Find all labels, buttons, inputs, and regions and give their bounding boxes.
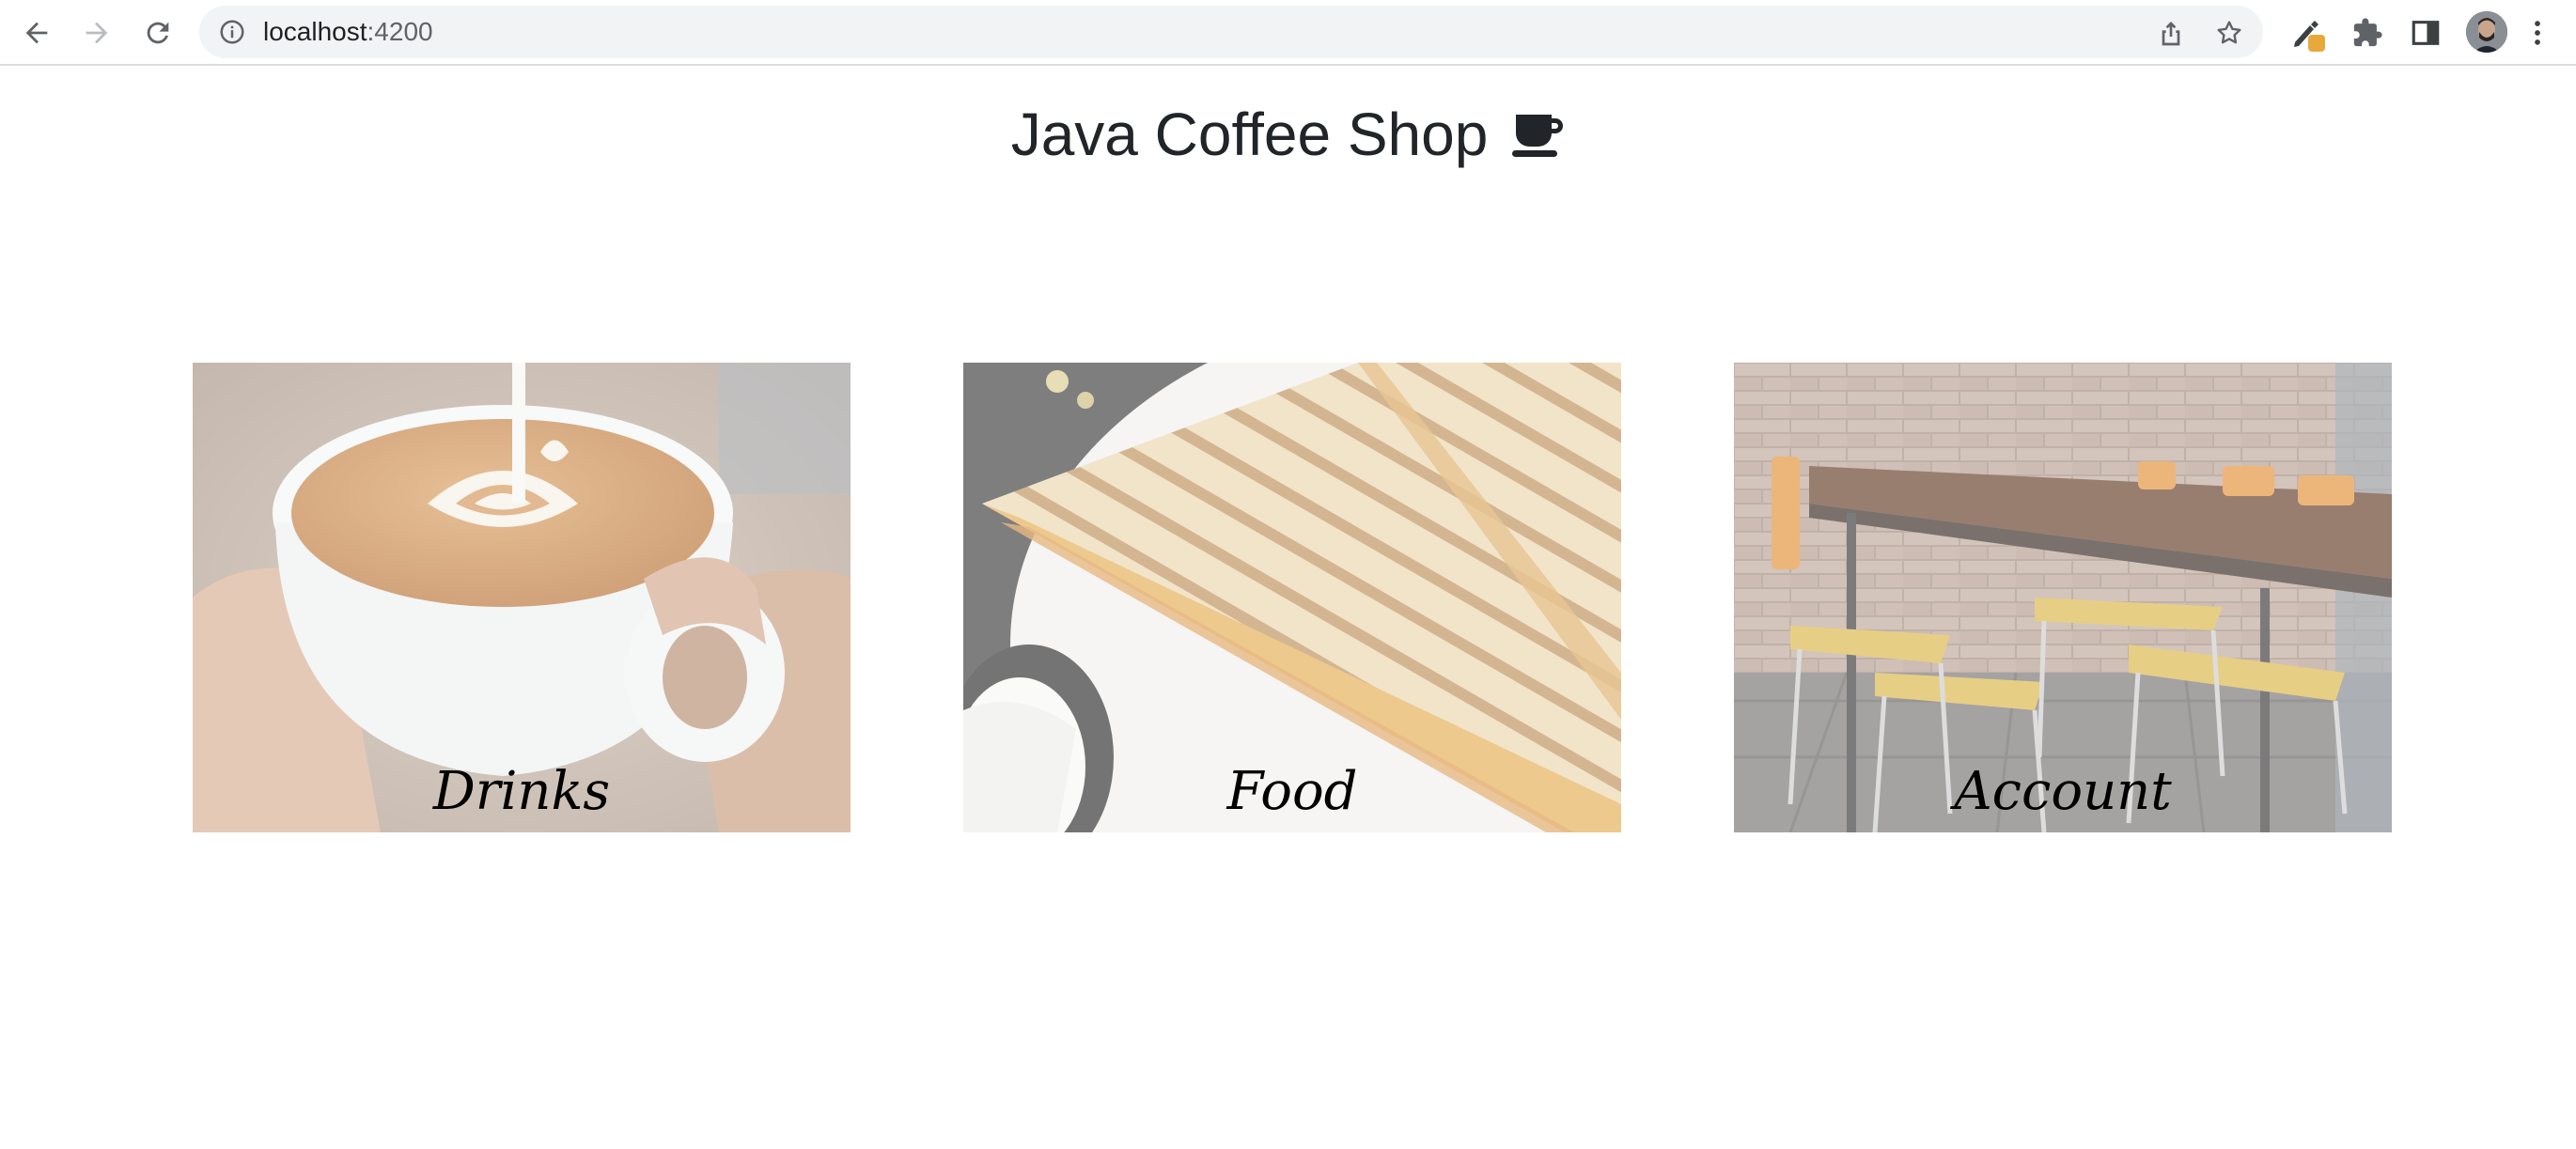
side-panel-icon [2412,21,2440,45]
address-bar[interactable]: localhost:4200 [199,6,2263,58]
back-button[interactable] [13,9,60,56]
drinks-card[interactable]: Drinks [193,363,851,832]
forward-button[interactable] [73,9,120,56]
menu-button[interactable] [2519,14,2556,52]
url-text[interactable]: localhost:4200 [263,6,433,58]
kebab-menu-icon [2535,21,2540,45]
reload-icon [147,22,169,44]
extensions-button[interactable] [2349,14,2386,52]
pen-extension-icon [2294,21,2325,52]
account-card[interactable]: Account [1734,363,2392,832]
url-host: localhost [263,17,367,46]
food-label: Food [1226,761,1358,822]
forward-icon [86,22,108,44]
star-icon[interactable] [2214,18,2244,48]
info-icon[interactable] [218,18,246,46]
url-port: :4200 [367,17,433,46]
drinks-label: Drinks [432,761,611,822]
share-icon[interactable] [2156,18,2186,48]
food-card[interactable]: Food [963,363,1621,832]
reload-button[interactable] [134,9,181,56]
back-icon [25,22,48,44]
profile-avatar[interactable] [2466,11,2507,53]
pen-extension-button[interactable] [2289,14,2327,52]
puzzle-icon [2353,18,2382,47]
browser-toolbar: localhost:4200 [0,0,2576,66]
account-label: Account [1954,761,2172,822]
coffee-cup-icon [1512,115,1564,158]
page-title: Java Coffee Shop [0,90,2576,174]
page-title-text: Java Coffee Shop [1010,101,1489,169]
side-panel-button[interactable] [2407,14,2444,52]
